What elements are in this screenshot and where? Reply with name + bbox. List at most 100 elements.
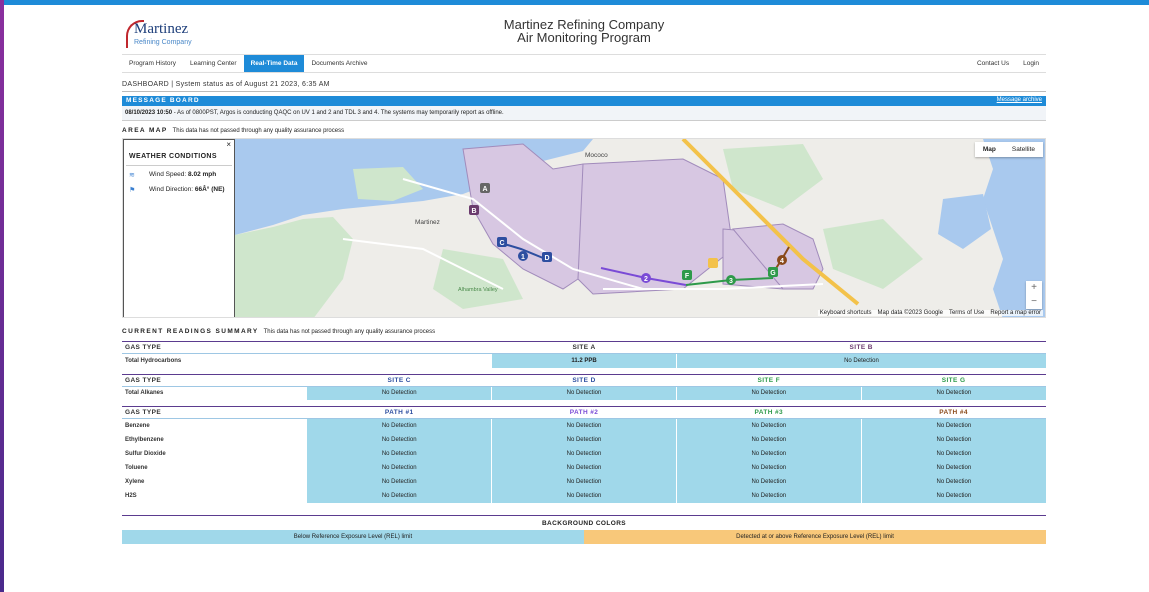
path-value: No Detection <box>491 446 677 461</box>
path-value: No Detection <box>675 418 862 433</box>
keyboard-shortcuts-link[interactable]: Keyboard shortcuts <box>820 310 872 316</box>
site-c-value: No Detection <box>306 386 492 400</box>
path-marker-3-label: 3 <box>729 278 733 285</box>
message-body: - As of 0800PST, Argos is conducting QAQ… <box>172 110 504 116</box>
path-3-header: PATH #3 <box>676 406 862 419</box>
path-marker-2[interactable]: 2 <box>641 273 651 283</box>
legend-above-rel: Detected at or above Reference Exposure … <box>584 529 1046 544</box>
nav-contact-us[interactable]: Contact Us <box>970 55 1016 72</box>
table-row: Toluene No Detection No Detection No Det… <box>122 460 1046 475</box>
left-accent-bar <box>0 0 4 592</box>
site-marker-a[interactable]: A <box>480 183 490 193</box>
wind-flag-icon: ⚑ <box>129 187 136 194</box>
park-west <box>235 217 353 317</box>
nav-program-history[interactable]: Program History <box>122 55 183 72</box>
message-board-bar: MESSAGE BOARD Message archive <box>122 96 1046 106</box>
nav-login[interactable]: Login <box>1016 55 1046 72</box>
path-value: No Detection <box>306 474 492 489</box>
table-row: H2S No Detection No Detection No Detecti… <box>122 488 1046 503</box>
background-colors-legend: Below Reference Exposure Level (REL) lim… <box>122 529 1046 544</box>
wind-speed-label: Wind Speed: <box>149 171 189 178</box>
site-marker-b[interactable]: B <box>469 205 479 215</box>
weather-title: WEATHER CONDITIONS <box>126 151 232 166</box>
nav-real-time-data[interactable]: Real-Time Data <box>243 55 305 72</box>
map-canvas[interactable]: A B C D F G 1 2 3 4 Martinez Mococo Alha… <box>123 139 1046 318</box>
site-g-header: SITE G <box>861 374 1046 387</box>
path-marker-4-label: 4 <box>780 258 784 265</box>
site-marker-c[interactable]: C <box>497 237 507 247</box>
zoom-in-button[interactable]: + <box>1026 281 1042 295</box>
path-value: No Detection <box>860 488 1046 503</box>
terms-of-use-link[interactable]: Terms of Use <box>949 310 984 316</box>
place-martinez: Martinez <box>415 219 440 226</box>
east-pond <box>938 194 991 249</box>
path-marker-2-label: 2 <box>644 276 648 283</box>
main-nav: Program History Learning Center Real-Tim… <box>122 54 1046 73</box>
path-value: No Detection <box>675 474 862 489</box>
wind-speed-value: 8.02 mph <box>188 171 217 178</box>
map-type-satellite-button[interactable]: Satellite <box>1004 142 1043 157</box>
dashboard-status: DASHBOARD | System status as of August 2… <box>122 81 1046 92</box>
gas-name: Total Alkanes <box>122 386 307 400</box>
gas-name: Total Hydrocarbons <box>122 353 307 368</box>
area-map[interactable]: A B C D F G 1 2 3 4 Martinez Mococo Alha… <box>122 138 1046 318</box>
gas-type-header: GAS TYPE <box>122 374 307 387</box>
site-a-header: SITE A <box>491 341 677 354</box>
map-type-map-button[interactable]: Map <box>975 142 1004 157</box>
path-value: No Detection <box>306 446 492 461</box>
top-accent-bar <box>4 0 1149 5</box>
site-marker-d[interactable]: D <box>542 252 552 262</box>
site-marker-f[interactable]: F <box>682 270 692 280</box>
site-c-header: SITE C <box>306 374 492 387</box>
place-alhambra-valley: Alhambra Valley <box>458 287 498 293</box>
area-map-heading: AREA MAP This data has not passed through… <box>122 127 1046 134</box>
gas-name: H2S <box>122 488 307 503</box>
wind-direction-value: 66Â° (NE) <box>194 186 225 193</box>
path-value: No Detection <box>491 488 677 503</box>
path-2-header: PATH #2 <box>491 406 677 419</box>
readings-title: CURRENT READINGS SUMMARY <box>122 328 259 335</box>
weather-close-icon[interactable]: × <box>226 140 231 149</box>
path-value: No Detection <box>675 432 862 447</box>
table-row: Total Alkanes No Detection No Detection … <box>122 386 1046 400</box>
readings-heading: CURRENT READINGS SUMMARY This data has no… <box>122 328 1046 335</box>
path-value: No Detection <box>860 418 1046 433</box>
gas-type-header: GAS TYPE <box>122 406 307 419</box>
empty-cell <box>306 353 492 368</box>
site-marker-g[interactable]: G <box>768 267 778 277</box>
path-value: No Detection <box>306 432 492 447</box>
warning-marker-icon[interactable] <box>708 258 718 268</box>
header: Martinez Refining Company Martinez Refin… <box>122 10 1046 52</box>
path-marker-4[interactable]: 4 <box>777 255 787 265</box>
table-row: Total Hydrocarbons 11.2 PPB No Detection <box>122 353 1046 368</box>
path-value: No Detection <box>860 460 1046 475</box>
site-marker-d-label: D <box>544 255 549 262</box>
path-value: No Detection <box>675 446 862 461</box>
nav-documents-archive[interactable]: Documents Archive <box>304 55 374 72</box>
path-marker-1[interactable]: 1 <box>518 251 528 261</box>
path-marker-3[interactable]: 3 <box>726 275 736 285</box>
site-marker-b-label: B <box>471 208 476 215</box>
message-text: 08/10/2023 10:50 - As of 0800PST, Argos … <box>122 106 1046 121</box>
nav-learning-center[interactable]: Learning Center <box>183 55 244 72</box>
path-4-header: PATH #4 <box>861 406 1046 419</box>
path-value: No Detection <box>306 460 492 475</box>
path-value: No Detection <box>491 418 677 433</box>
site-marker-f-label: F <box>685 273 690 280</box>
readings-table-sites-ab: GAS TYPE SITE A SITE B Total Hydrocarbon… <box>122 341 1046 368</box>
message-date: 08/10/2023 10:50 <box>125 110 173 116</box>
path-value: No Detection <box>675 488 862 503</box>
path-value: No Detection <box>860 474 1046 489</box>
path-marker-1-label: 1 <box>521 254 525 261</box>
gas-type-header: GAS TYPE <box>122 341 307 354</box>
zoom-out-button[interactable]: − <box>1026 295 1042 309</box>
readings-table-sites-cdfg: GAS TYPE SITE C SITE D SITE F SITE G Tot… <box>122 373 1046 400</box>
readings-table-paths: GAS TYPE PATH #1 PATH #2 PATH #3 PATH #4… <box>122 406 1046 503</box>
report-map-error-link[interactable]: Report a map error <box>990 310 1041 316</box>
zoom-control: + − <box>1026 281 1042 309</box>
park-north <box>723 144 823 209</box>
message-archive-link[interactable]: Message archive <box>997 97 1042 103</box>
site-g-value: No Detection <box>860 386 1046 400</box>
path-1-header: PATH #1 <box>306 406 492 419</box>
background-colors-title: BACKGROUND COLORS <box>122 514 1046 530</box>
